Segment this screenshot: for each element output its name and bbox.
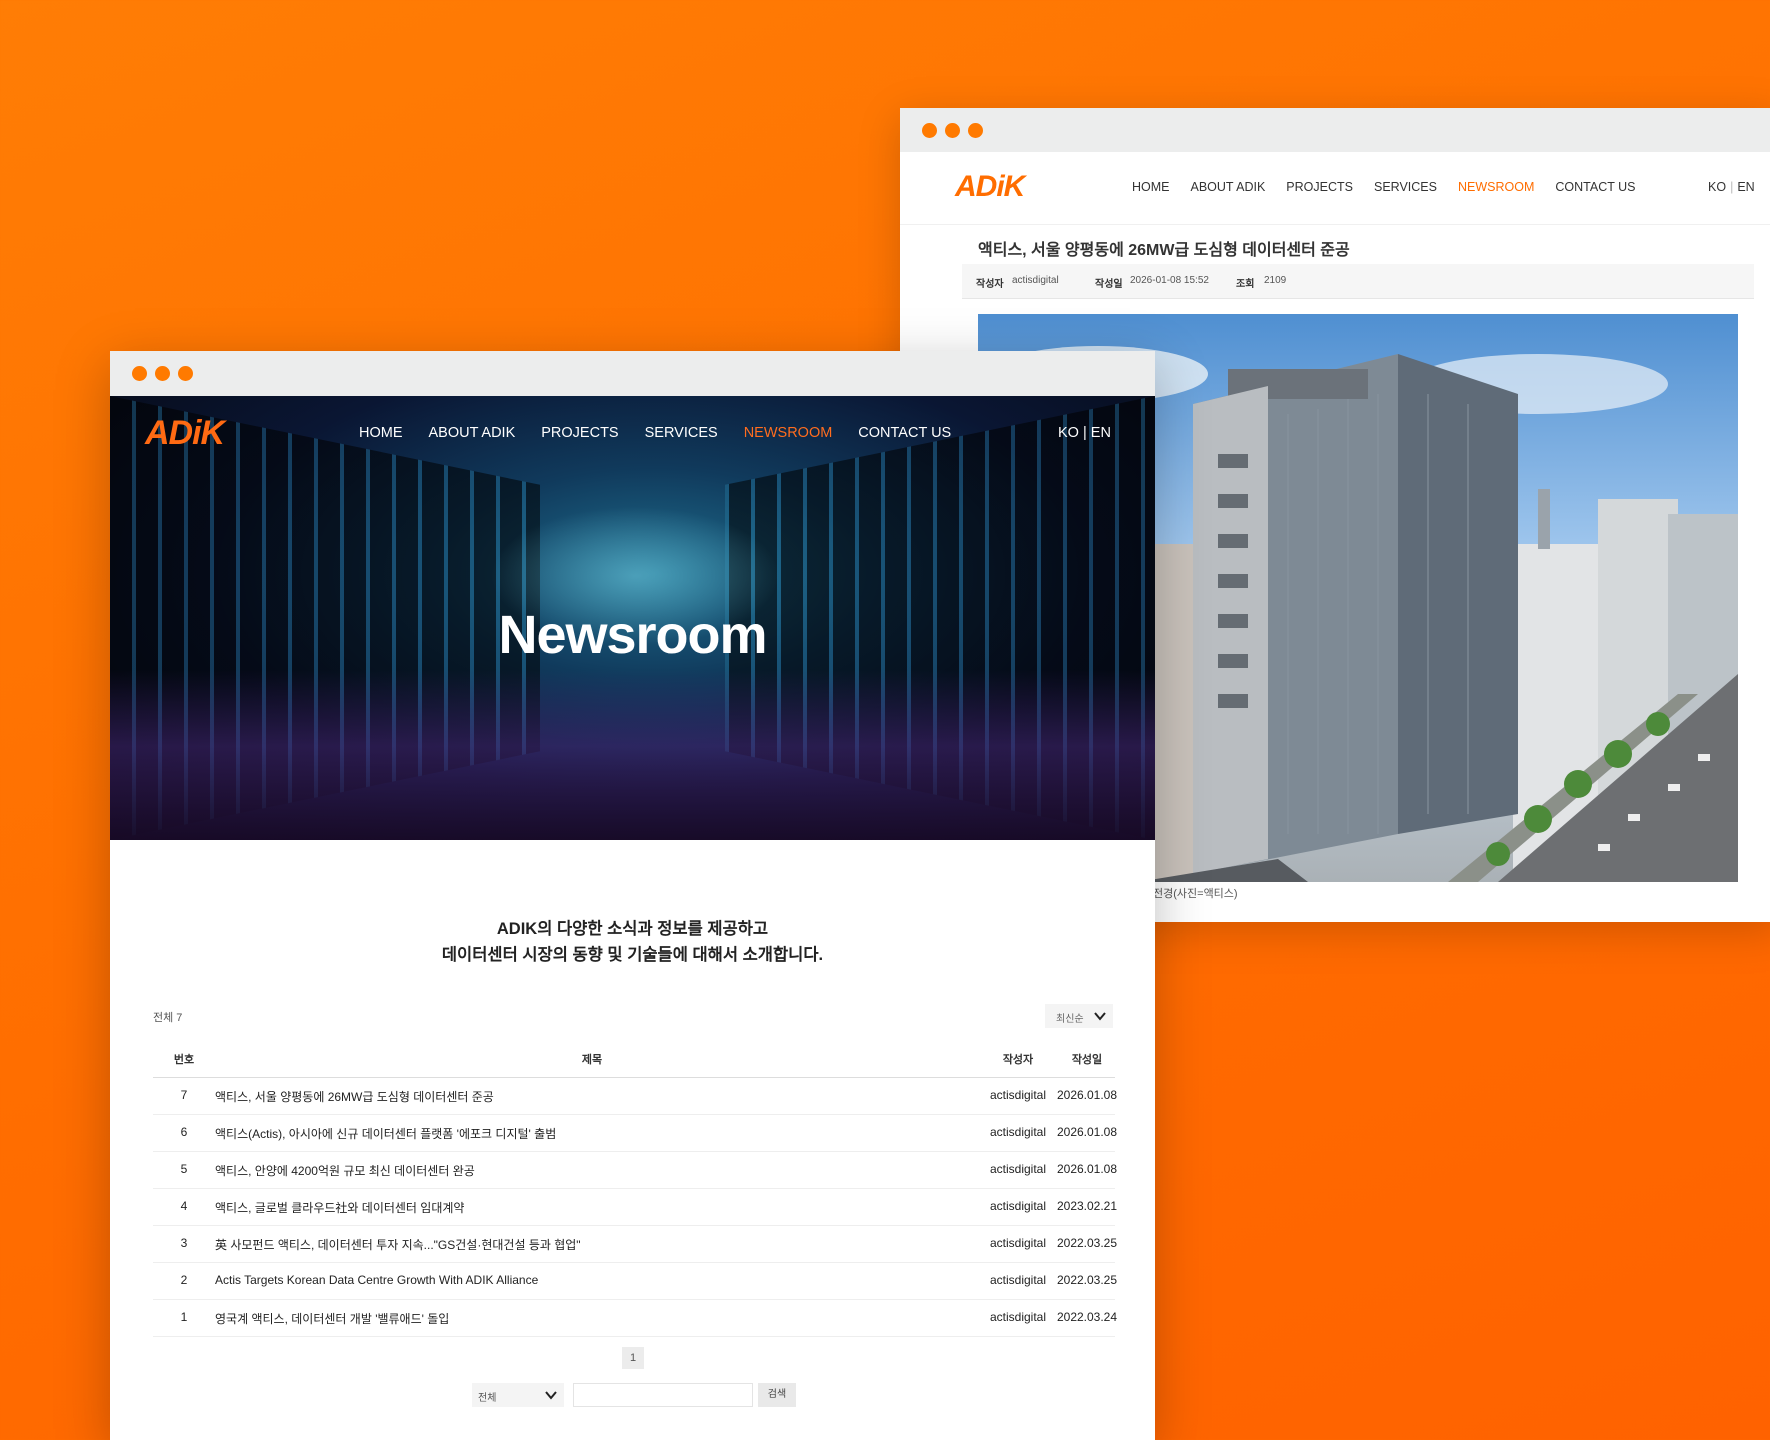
nav-newsroom[interactable]: NEWSROOM [744,425,833,441]
article-title: 액티스, 서울 양평동에 26MW급 도심형 데이터센터 준공 [978,242,1350,259]
minimize-dot-icon[interactable] [155,366,170,381]
lang-separator: | [1730,180,1734,194]
table-row[interactable]: 4 액티스, 글로벌 클라우드社와 데이터센터 임대계약 actisdigita… [153,1189,1117,1226]
row-author: actisdigital [989,1236,1047,1250]
header-author: 작성자 [1002,1054,1034,1066]
nav-services[interactable]: SERVICES [1374,180,1437,194]
search-scope-value: 전체 [478,1393,497,1404]
row-num: 4 [180,1199,188,1213]
nav-home[interactable]: HOME [359,425,403,441]
date-label: 작성일 [1095,279,1123,290]
minimize-dot-icon[interactable] [945,123,960,138]
site-header: ADiK HOME ABOUT ADIK PROJECTS SERVICES N… [900,152,1770,225]
adik-logo[interactable]: ADiK [145,414,225,453]
total-count: 전체 7 [153,1012,183,1024]
row-date: 2022.03.25 [1056,1236,1118,1250]
chevron-down-icon [1094,1012,1106,1021]
row-num: 7 [180,1088,188,1102]
row-num: 2 [180,1273,188,1287]
search-input[interactable] [573,1383,753,1407]
sort-select[interactable]: 최신순 [1045,1004,1113,1028]
views-value: 2109 [1264,275,1287,286]
row-date: 2026.01.08 [1056,1125,1118,1139]
nav-contact[interactable]: CONTACT US [858,425,951,441]
language-switcher: KO | EN [1708,180,1755,194]
row-title-link[interactable]: 액티스, 글로벌 클라우드社와 데이터센터 임대계약 [215,1199,464,1216]
sort-value: 최신순 [1056,1014,1084,1025]
row-date: 2022.03.24 [1056,1310,1118,1324]
window-controls [132,366,193,381]
header-title: 제목 [581,1054,603,1066]
row-author: actisdigital [989,1125,1047,1139]
row-author: actisdigital [989,1199,1047,1213]
author-value: actisdigital [1012,275,1059,286]
intro-line-1: ADIK의 다양한 소식과 정보를 제공하고 [496,920,769,938]
intro-line-2: 데이터센터 시장의 동향 및 기술들에 대해서 소개합니다. [441,946,824,964]
row-title-link[interactable]: 액티스, 안양에 4200억원 규모 최신 데이터센터 완공 [215,1162,475,1179]
nav-contact[interactable]: CONTACT US [1555,180,1635,194]
language-switcher[interactable]: KO | EN [1058,425,1111,441]
nav-projects[interactable]: PROJECTS [1286,180,1353,194]
views-label: 조회 [1236,279,1255,290]
author-label: 작성자 [976,279,1004,290]
search-scope-select[interactable]: 전체 [472,1383,564,1407]
row-num: 3 [180,1236,188,1250]
table-header: 번호 제목 작성자 작성일 [153,1041,1115,1078]
row-date: 2023.02.21 [1056,1199,1118,1213]
row-title-link[interactable]: 액티스(Actis), 아시아에 신규 데이터센터 플랫폼 '에포크 디지털' … [215,1125,556,1142]
news-table: 번호 제목 작성자 작성일 7 액티스, 서울 양평동에 26MW급 도심형 데… [153,1041,1117,1337]
main-nav: HOME ABOUT ADIK PROJECTS SERVICES NEWSRO… [1132,180,1635,194]
lang-ko[interactable]: KO [1708,180,1726,194]
search-button[interactable]: 검색 [758,1383,796,1407]
table-row[interactable]: 3 英 사모펀드 액티스, 데이터센터 투자 지속..."GS건설·현대건설 등… [153,1226,1117,1263]
row-title-link[interactable]: 영국계 액티스, 데이터센터 개발 '밸류애드' 돌입 [215,1310,449,1327]
table-row[interactable]: 2 Actis Targets Korean Data Centre Growt… [153,1263,1117,1300]
page-1-button[interactable]: 1 [622,1347,644,1369]
row-title-link[interactable]: 액티스, 서울 양평동에 26MW급 도심형 데이터센터 준공 [215,1088,494,1105]
header-date: 작성일 [1071,1054,1103,1066]
nav-home[interactable]: HOME [1132,180,1170,194]
hero-title: Newsroom [498,605,767,665]
table-row[interactable]: 5 액티스, 안양에 4200억원 규모 최신 데이터센터 완공 actisdi… [153,1152,1117,1189]
close-dot-icon[interactable] [132,366,147,381]
nav-newsroom[interactable]: NEWSROOM [1458,180,1534,194]
nav-about[interactable]: ABOUT ADIK [429,425,516,441]
chevron-down-icon [545,1391,557,1400]
close-dot-icon[interactable] [922,123,937,138]
main-nav: HOME ABOUT ADIK PROJECTS SERVICES NEWSRO… [359,425,951,441]
row-title-link[interactable]: 英 사모펀드 액티스, 데이터센터 투자 지속..."GS건설·현대건설 등과 … [215,1236,581,1253]
table-row[interactable]: 6 액티스(Actis), 아시아에 신규 데이터센터 플랫폼 '에포크 디지털… [153,1115,1117,1152]
table-row[interactable]: 7 액티스, 서울 양평동에 26MW급 도심형 데이터센터 준공 actisd… [153,1078,1117,1115]
browser-titlebar [110,351,1155,396]
row-num: 6 [180,1125,188,1139]
hero-banner: ADiK HOME ABOUT ADIK PROJECTS SERVICES N… [110,396,1155,840]
row-title-link[interactable]: Actis Targets Korean Data Centre Growth … [215,1273,538,1287]
nav-about[interactable]: ABOUT ADIK [1191,180,1266,194]
corridor-floor [110,670,1155,840]
row-author: actisdigital [989,1273,1047,1287]
table-row[interactable]: 1 영국계 액티스, 데이터센터 개발 '밸류애드' 돌입 actisdigit… [153,1300,1117,1337]
browser-titlebar [900,108,1770,152]
intro-text: ADIK의 다양한 소식과 정보를 제공하고 데이터센터 시장의 동향 및 기술… [110,916,1155,968]
row-num: 5 [180,1162,188,1176]
row-author: actisdigital [989,1310,1047,1324]
maximize-dot-icon[interactable] [178,366,193,381]
adik-logo[interactable]: ADiK [955,170,1025,204]
row-num: 1 [180,1310,188,1324]
window-controls [922,123,983,138]
row-date: 2022.03.25 [1056,1273,1118,1287]
photo-caption: 전경(사진=액티스) [1153,888,1238,900]
article-meta-bar: 작성자 actisdigital 작성일 2026-01-08 15:52 조회… [962,264,1754,299]
maximize-dot-icon[interactable] [968,123,983,138]
site-header: ADiK HOME ABOUT ADIK PROJECTS SERVICES N… [110,396,1155,476]
lang-en[interactable]: EN [1737,180,1754,194]
nav-services[interactable]: SERVICES [645,425,718,441]
newsroom-browser-window: ADiK HOME ABOUT ADIK PROJECTS SERVICES N… [110,351,1155,1440]
date-value: 2026-01-08 15:52 [1130,275,1209,286]
row-date: 2026.01.08 [1056,1088,1118,1102]
row-date: 2026.01.08 [1056,1162,1118,1176]
row-author: actisdigital [989,1088,1047,1102]
row-author: actisdigital [989,1162,1047,1176]
nav-projects[interactable]: PROJECTS [541,425,618,441]
